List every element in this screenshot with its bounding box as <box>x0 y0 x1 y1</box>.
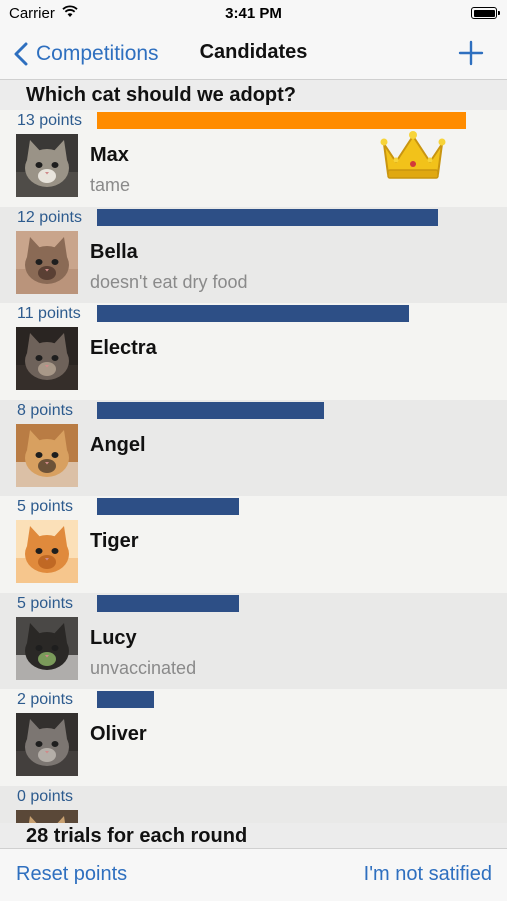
points-label: 13 points <box>17 112 82 129</box>
orange-cat-photo <box>16 520 78 583</box>
reset-points-button[interactable]: Reset points <box>16 863 127 886</box>
candidate-name: Tiger <box>90 530 139 552</box>
trials-note: 28 trials for each round <box>26 825 248 847</box>
candidate-note: doesn't eat dry food <box>90 271 248 292</box>
crown-icon <box>380 131 446 179</box>
question-text: Which cat should we adopt? <box>26 84 296 106</box>
chevron-left-icon <box>14 42 28 66</box>
candidate-row[interactable]: 0 points <box>0 785 507 823</box>
candidate-note: unvaccinated <box>90 657 197 678</box>
points-bar <box>97 498 239 515</box>
candidate-note: tame <box>90 175 131 195</box>
candidate-row[interactable]: 13 points Max tame <box>0 110 507 207</box>
points-label: 5 points <box>17 594 74 612</box>
navigation-bar: Competitions Candidates <box>0 28 507 80</box>
points-bar <box>97 691 154 708</box>
points-label: 8 points <box>17 401 74 419</box>
points-bar <box>97 401 324 419</box>
candidate-row[interactable]: 5 points Tiger <box>0 496 507 593</box>
candidate-row[interactable]: 8 points Angel <box>0 399 507 496</box>
points-bar <box>97 208 438 226</box>
points-label: 12 points <box>17 208 82 226</box>
bottom-toolbar: Reset points I'm not satified <box>0 848 507 901</box>
calico-cat-photo <box>16 423 78 487</box>
plus-icon[interactable] <box>457 39 485 67</box>
trials-footer: 28 trials for each round <box>0 823 507 848</box>
points-label: 2 points <box>17 691 74 708</box>
status-bar: Carrier 3:41 PM <box>0 0 507 28</box>
partial-cat-photo <box>16 809 78 823</box>
points-bar <box>97 594 239 612</box>
tuxedo-cat-photo <box>16 616 78 680</box>
candidate-name: Lucy <box>90 626 137 649</box>
candidate-row[interactable]: 2 points Oliver <box>0 689 507 786</box>
grey-kitten-photo <box>16 713 78 776</box>
tabby-kitten-photo <box>16 134 78 197</box>
candidate-name: Max <box>90 144 129 166</box>
battery-icon <box>471 7 500 19</box>
candidate-name: Oliver <box>90 723 147 745</box>
not-satisfied-button[interactable]: I'm not satified <box>364 863 492 886</box>
candidate-name: Bella <box>90 240 138 263</box>
brown-cat-photo <box>16 230 78 294</box>
candidate-list[interactable]: 13 points Max tame 12 points Bella doesn't ea… <box>0 110 507 823</box>
candidate-name: Electra <box>90 337 157 359</box>
back-button[interactable]: Competitions <box>14 40 159 68</box>
clock: 3:41 PM <box>225 5 282 22</box>
candidate-row[interactable]: 11 points Electra <box>0 303 507 400</box>
candidate-row[interactable]: 12 points Bella doesn't eat dry food <box>0 206 507 303</box>
points-bar <box>97 112 466 129</box>
competition-question: Which cat should we adopt? <box>0 80 507 110</box>
points-label: 5 points <box>17 498 74 515</box>
back-button-label: Competitions <box>36 42 159 65</box>
candidate-name: Angel <box>90 433 146 456</box>
points-bar <box>97 305 409 322</box>
points-label: 0 points <box>17 787 74 805</box>
points-label: 11 points <box>17 305 81 322</box>
candidate-row[interactable]: 5 points Lucy unvaccinated <box>0 592 507 689</box>
dark-tabby-photo <box>16 327 78 390</box>
